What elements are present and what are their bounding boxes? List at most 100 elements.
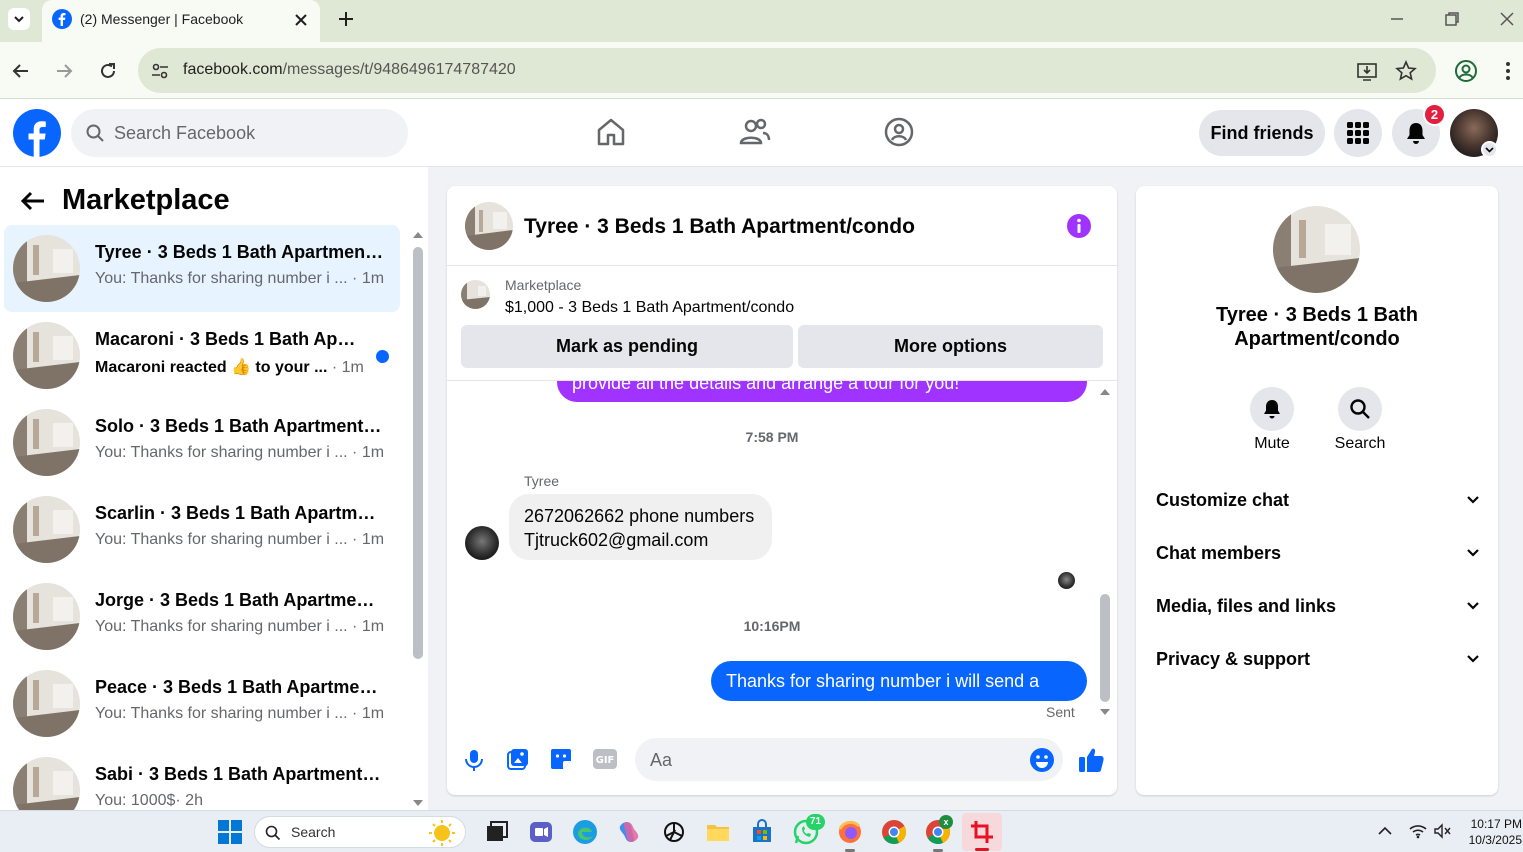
- message-input[interactable]: Aa: [635, 738, 1063, 781]
- sidebar-scrollbar-thumb[interactable]: [413, 247, 423, 659]
- account-menu-button[interactable]: [1481, 141, 1498, 158]
- listing-title[interactable]: $1,000 - 3 Beds 1 Bath Apartment/condo: [505, 299, 794, 317]
- speaker-muted-icon[interactable]: [1433, 823, 1451, 839]
- conversation-time: · 1m: [352, 531, 385, 548]
- search-conversation-button[interactable]: [1338, 387, 1382, 431]
- conversation-avatar[interactable]: [1273, 206, 1360, 293]
- profile-icon[interactable]: [1454, 59, 1478, 83]
- conversation-item[interactable]: Macaroni · 3 Beds 1 Bath Apartment/condo…: [4, 312, 400, 399]
- home-icon[interactable]: [595, 116, 627, 148]
- privacy-support-section[interactable]: Privacy & support: [1156, 641, 1481, 681]
- search-icon: [86, 124, 104, 142]
- system-clock[interactable]: 10:17 PM 10/3/2025: [1462, 816, 1522, 848]
- bookmark-star-icon[interactable]: [1395, 60, 1417, 82]
- back-arrow-icon[interactable]: [10, 60, 32, 82]
- browser-menu-icon[interactable]: [1500, 60, 1516, 82]
- conversation-preview-row: You: Thanks for sharing number i ... · 1…: [95, 618, 384, 636]
- install-app-icon[interactable]: [1356, 60, 1378, 82]
- copilot-icon[interactable]: [616, 819, 642, 845]
- chrome-icon[interactable]: [881, 819, 907, 845]
- address-bar[interactable]: facebook.com/messages/t/9486496174787420: [138, 48, 1436, 93]
- tab-list-button[interactable]: [8, 8, 30, 30]
- show-hidden-icons-icon[interactable]: [1378, 825, 1392, 837]
- chat-panel: Tyree · 3 Beds 1 Bath Apartment/condo Ma…: [447, 186, 1117, 795]
- conversation-item[interactable]: Jorge · 3 Beds 1 Bath Apartment/condo Yo…: [4, 573, 400, 660]
- scroll-up-arrow-icon[interactable]: [412, 229, 424, 239]
- edge-icon[interactable]: [572, 819, 598, 845]
- conversation-preview-row: You: Thanks for sharing number i ... · 1…: [95, 705, 384, 723]
- sender-avatar[interactable]: [465, 526, 499, 560]
- scroll-down-arrow-icon[interactable]: [412, 799, 424, 809]
- message-text: Thanks for sharing number i will send a …: [726, 671, 1040, 731]
- teams-icon[interactable]: [528, 819, 554, 845]
- file-explorer-icon[interactable]: [705, 819, 731, 845]
- grid-menu-icon: [1347, 122, 1369, 144]
- microsoft-store-icon[interactable]: [749, 819, 775, 845]
- chat-title[interactable]: Tyree · 3 Beds 1 Bath Apartment/condo: [524, 215, 915, 239]
- scroll-down-arrow-icon[interactable]: [1099, 708, 1111, 718]
- scroll-up-arrow-icon[interactable]: [1099, 386, 1111, 396]
- conversation-preview-row: You: Thanks for sharing number i ... · 1…: [95, 444, 384, 462]
- taskbar-search[interactable]: Search: [254, 816, 466, 848]
- conversation-name: Peace · 3 Beds 1 Bath Apartment/condo: [95, 677, 385, 697]
- conversation-item[interactable]: Tyree · 3 Beds 1 Bath Apartment/condo Yo…: [4, 225, 400, 312]
- new-tab-icon[interactable]: [337, 10, 355, 28]
- conversation-preview: You: Thanks for sharing number i ...: [95, 618, 348, 635]
- gif-icon[interactable]: GIF: [592, 748, 618, 770]
- facebook-search-input[interactable]: Search Facebook: [71, 109, 408, 157]
- minimize-icon[interactable]: [1388, 10, 1406, 28]
- sticker-icon[interactable]: [549, 747, 573, 771]
- photo-icon[interactable]: [506, 747, 530, 771]
- chat-avatar[interactable]: [465, 202, 513, 250]
- chatgpt-icon[interactable]: [661, 819, 687, 845]
- conversation-item[interactable]: Scarlin · 3 Beds 1 Bath Apartment/condo …: [4, 486, 400, 573]
- more-options-button[interactable]: More options: [798, 325, 1103, 368]
- sun-widget-icon: [429, 820, 455, 846]
- facebook-logo-icon[interactable]: [13, 109, 61, 157]
- mute-button[interactable]: [1250, 387, 1294, 431]
- customize-chat-section[interactable]: Customize chat: [1156, 482, 1481, 522]
- conversation-preview: You: Thanks for sharing number i ...: [95, 270, 348, 287]
- conversation-preview-row: You: Thanks for sharing number i ... · 1…: [95, 531, 384, 549]
- search-icon: [1350, 399, 1370, 419]
- site-settings-icon[interactable]: [150, 61, 170, 81]
- find-friends-button[interactable]: Find friends: [1199, 110, 1325, 156]
- conversation-item[interactable]: Solo · 3 Beds 1 Bath Apartment/condo You…: [4, 399, 400, 486]
- wifi-icon[interactable]: [1409, 823, 1427, 839]
- media-files-links-section[interactable]: Media, files and links: [1156, 588, 1481, 628]
- active-indicator: [975, 848, 989, 851]
- firefox-icon[interactable]: [837, 819, 863, 845]
- conversation-time: · 1m: [331, 359, 364, 376]
- reload-icon[interactable]: [97, 60, 119, 82]
- message-timestamp: 10:16PM: [743, 618, 801, 634]
- mark-as-pending-button[interactable]: Mark as pending: [461, 325, 793, 368]
- back-arrow-icon[interactable]: [20, 190, 46, 212]
- task-view-icon[interactable]: [484, 819, 510, 845]
- forward-arrow-icon[interactable]: [53, 60, 75, 82]
- snipping-tool-app[interactable]: [962, 813, 1002, 851]
- received-message-bubble[interactable]: 2672062662 phone numbers Tjtruck602@gmai…: [509, 494, 772, 560]
- facebook-header: Search Facebook Find friends 2: [0, 99, 1523, 167]
- emoji-icon[interactable]: [1029, 747, 1055, 773]
- menu-button[interactable]: [1334, 109, 1382, 157]
- facebook-favicon-icon: [52, 9, 72, 29]
- windows-taskbar: Search 71 x 10:17 PM 10/3/2025: [0, 810, 1523, 852]
- like-thumbs-up-icon[interactable]: [1077, 746, 1105, 774]
- conversation-time: · 1m: [352, 618, 385, 635]
- windows-start-icon[interactable]: [217, 819, 243, 845]
- listing-thumbnail[interactable]: [461, 280, 490, 309]
- close-window-icon[interactable]: [1498, 10, 1516, 28]
- groups-icon[interactable]: [883, 116, 915, 148]
- info-icon[interactable]: [1066, 213, 1092, 239]
- browser-tab[interactable]: (2) Messenger | Facebook: [42, 0, 320, 42]
- conversation-item[interactable]: Peace · 3 Beds 1 Bath Apartment/condo Yo…: [4, 660, 400, 747]
- chat-members-section[interactable]: Chat members: [1156, 535, 1481, 575]
- restore-icon[interactable]: [1443, 10, 1461, 28]
- microphone-icon[interactable]: [463, 748, 485, 772]
- search-label: Search: [1334, 435, 1386, 452]
- chat-scrollbar-thumb[interactable]: [1100, 594, 1110, 702]
- sent-message-bubble[interactable]: Thanks for sharing number i will send a …: [711, 661, 1087, 731]
- friends-icon[interactable]: [739, 116, 771, 148]
- close-tab-icon[interactable]: [294, 13, 308, 27]
- conversation-name: Solo · 3 Beds 1 Bath Apartment/condo: [95, 416, 385, 436]
